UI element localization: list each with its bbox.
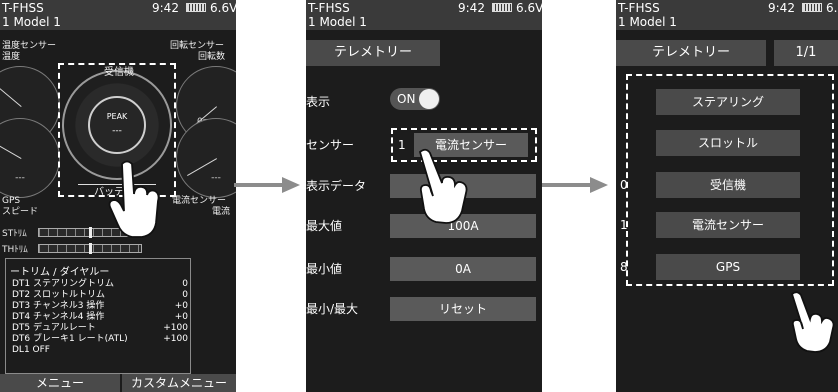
menu-button[interactable]: メニュー xyxy=(0,374,120,392)
temp-sensor-label: 温度センサー xyxy=(2,41,57,51)
battery-voltage: 6.6V xyxy=(826,1,838,15)
battery-icon xyxy=(802,3,822,12)
sensor-slot-number: 8 xyxy=(620,260,628,274)
battery-voltage: 6.6V xyxy=(516,1,542,15)
page-indicator: 1/1 xyxy=(774,40,838,66)
trim-row: DT5 デュアルレート +100 xyxy=(12,323,188,333)
current-label: 電流 xyxy=(212,207,231,217)
sensor-item-gps[interactable]: GPS xyxy=(656,254,800,280)
sensor-item-receiver[interactable]: 受信機 xyxy=(656,172,800,198)
sensor-slot-number: 1 xyxy=(620,218,628,232)
sensor-slot-number: 0 xyxy=(620,178,628,192)
st-trim-label: STﾄﾘﾑ xyxy=(2,229,27,239)
temp-label: 温度 xyxy=(2,52,21,62)
status-header: T-FHSS 9:42 6.6V 1 Model 1 xyxy=(0,0,236,30)
trim-row: DT1 ステアリングトリム 0 xyxy=(12,279,188,289)
speed-label: スピード xyxy=(2,207,39,217)
model-name: 1 Model 1 xyxy=(618,15,677,29)
telemetry-settings-screen: T-FHSS 9:42 6.6V 1 Model 1 テレメトリー 表示 ON … xyxy=(306,0,542,392)
tap-hand-icon xyxy=(790,291,835,353)
sensor-select-screen: T-FHSS 9:42 6.6V 1 Model 1 テレメトリー 1/1 ステ… xyxy=(616,0,838,392)
clock: 9:42 xyxy=(152,1,179,15)
model-name: 1 Model 1 xyxy=(308,15,367,29)
clock: 9:42 xyxy=(458,1,485,15)
sensor-item-throttle[interactable]: スロットル xyxy=(656,130,800,156)
sensor-item-steering[interactable]: ステアリング xyxy=(656,89,800,115)
sensor-label: センサー xyxy=(306,138,355,152)
trim-row: DT6 ブレーキ1 レート(ATL) +100 xyxy=(12,334,188,344)
status-header: T-FHSS 9:42 6.6V 1 Model 1 xyxy=(616,0,838,30)
trim-row: DL1 OFF xyxy=(12,345,50,355)
system-mode: T-FHSS xyxy=(308,1,350,15)
trim-row: DT3 チャンネル3 操作 +0 xyxy=(12,301,188,311)
battery-icon xyxy=(186,3,206,12)
telemetry-home-screen: T-FHSS 9:42 6.6V 1 Model 1 温度センサー 温度 回転セ… xyxy=(0,0,236,392)
battery-voltage: 6.6V xyxy=(210,1,236,15)
data-label: 表示データ xyxy=(306,179,367,193)
min-value: 0A xyxy=(390,257,536,281)
max-label: 最大値 xyxy=(306,219,343,233)
min-label: 最小値 xyxy=(306,262,343,276)
minmax-label: 最小/最大 xyxy=(306,302,359,316)
clock: 9:42 xyxy=(768,1,795,15)
trim-dial-panel: ートリム / ダイヤルー DT1 ステアリングトリム 0 DT2 スロットルトリム… xyxy=(5,258,191,374)
trim-panel-title: ートリム / ダイヤルー xyxy=(10,267,110,278)
system-mode: T-FHSS xyxy=(2,1,44,15)
th-trim-label: THﾄﾘﾑ xyxy=(2,245,28,255)
display-label: 表示 xyxy=(306,95,331,109)
rpm-label: 回転数 xyxy=(198,52,226,62)
rpm-sensor-label: 回転センサー xyxy=(170,41,225,51)
reset-button[interactable]: リセット xyxy=(390,297,536,321)
gps-label: GPS xyxy=(2,196,21,206)
trim-row: DT2 スロットルトリム 0 xyxy=(12,290,188,300)
screen-title: テレメトリー xyxy=(616,40,766,66)
arrow-right-icon xyxy=(234,177,300,193)
display-toggle[interactable]: ON xyxy=(390,88,440,110)
th-trim-bar xyxy=(38,243,142,254)
model-name: 1 Model 1 xyxy=(2,15,61,29)
system-mode: T-FHSS xyxy=(618,1,660,15)
tap-hand-icon xyxy=(418,148,468,224)
sensor-item-current[interactable]: 電流センサー xyxy=(656,212,800,238)
trim-row: DT4 チャンネル4 操作 +0 xyxy=(12,312,188,322)
tap-hand-icon xyxy=(108,160,160,238)
current-sensor-label: 電流センサー xyxy=(172,196,227,206)
arrow-right-icon xyxy=(542,177,608,193)
screen-title: テレメトリー xyxy=(306,40,440,66)
battery-icon xyxy=(492,3,512,12)
custom-menu-button[interactable]: カスタムメニュー xyxy=(122,374,236,392)
status-header: T-FHSS 9:42 6.6V 1 Model 1 xyxy=(306,0,542,30)
